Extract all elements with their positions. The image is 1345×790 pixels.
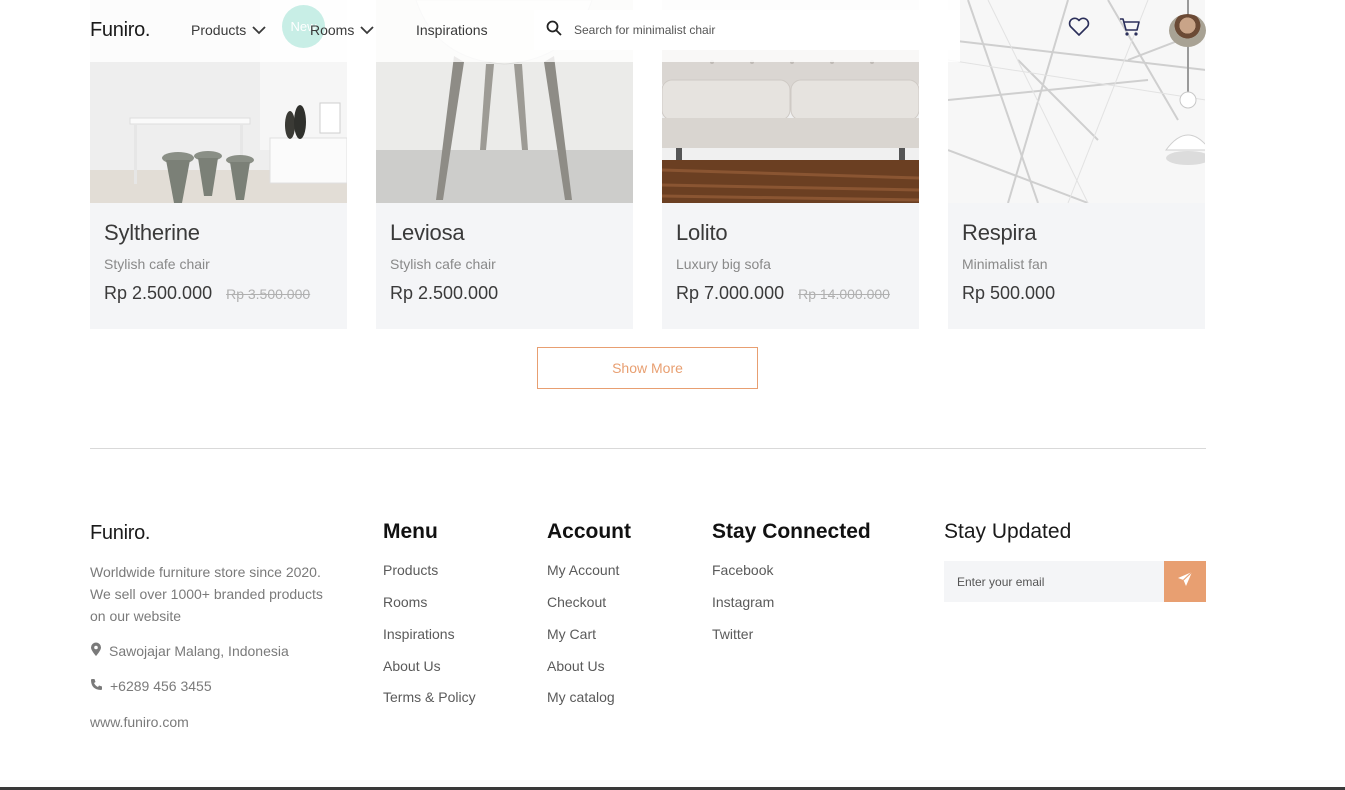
footer-link-rooms[interactable]: Rooms — [383, 594, 427, 610]
footer-connected-title: Stay Connected — [712, 520, 871, 543]
footer-link-my-catalog[interactable]: My catalog — [547, 689, 615, 705]
footer-link-inspirations[interactable]: Inspirations — [383, 626, 455, 642]
product-description: Minimalist fan — [962, 256, 1048, 272]
chevron-down-icon — [252, 22, 266, 38]
footer-link-facebook[interactable]: Facebook — [712, 562, 773, 578]
footer-updated-title: Stay Updated — [944, 520, 1072, 543]
brand-logo[interactable]: Funiro. — [90, 19, 150, 42]
product-description: Luxury big sofa — [676, 256, 771, 272]
footer-website[interactable]: www.funiro.com — [90, 714, 189, 730]
footer-link-my-cart[interactable]: My Cart — [547, 626, 596, 642]
product-description: Stylish cafe chair — [390, 256, 496, 272]
phone-icon — [90, 678, 103, 694]
newsletter-email-input[interactable] — [944, 561, 1164, 602]
product-price: Rp 2.500.000 — [104, 283, 213, 303]
footer-link-twitter[interactable]: Twitter — [712, 626, 753, 642]
product-price: Rp 2.500.000 — [390, 283, 499, 303]
cart-icon — [1119, 17, 1141, 42]
nav-products-label: Products — [191, 22, 247, 38]
search-bar[interactable] — [534, 10, 960, 50]
footer-phone-text: +6289 456 3455 — [110, 678, 212, 694]
chevron-down-icon — [360, 22, 374, 38]
product-name[interactable]: Lolito — [676, 220, 728, 246]
footer-address: Sawojajar Malang, Indonesia — [90, 642, 289, 660]
product-old-price: Rp 14.000.000 — [798, 286, 890, 302]
product-name[interactable]: Respira — [962, 220, 1037, 246]
nav-inspirations[interactable]: Inspirations — [416, 22, 488, 38]
product-name[interactable]: Leviosa — [390, 220, 465, 246]
nav-rooms-label: Rooms — [310, 22, 355, 38]
product-price: Rp 7.000.000 — [676, 283, 785, 303]
footer-website-text[interactable]: www.funiro.com — [90, 714, 189, 730]
product-price: Rp 500.000 — [962, 283, 1056, 303]
product-card-respira[interactable]: Respira Minimalist fan Rp 500.000 — [948, 0, 1205, 329]
footer-link-products[interactable]: Products — [383, 562, 438, 578]
footer-divider — [90, 448, 1206, 449]
product-name[interactable]: Syltherine — [104, 220, 200, 246]
newsletter-form — [944, 561, 1206, 602]
footer-link-checkout[interactable]: Checkout — [547, 594, 606, 610]
footer-link-instagram[interactable]: Instagram — [712, 594, 774, 610]
footer-phone: +6289 456 3455 — [90, 678, 212, 694]
footer-account-title: Account — [547, 520, 631, 543]
footer-about-text: Worldwide furniture store since 2020. We… — [90, 564, 323, 624]
top-navbar: Funiro. New Products Rooms Inspirations — [0, 0, 960, 62]
nav-products[interactable]: Products — [191, 22, 266, 38]
footer-logo[interactable]: Funiro. — [90, 522, 150, 545]
footer-link-account-about[interactable]: About Us — [547, 658, 605, 674]
footer-link-terms[interactable]: Terms & Policy — [383, 689, 476, 705]
cart-button[interactable] — [1118, 17, 1142, 41]
user-avatar[interactable] — [1169, 14, 1206, 47]
search-input[interactable] — [574, 23, 914, 37]
search-icon — [546, 20, 562, 41]
nav-inspirations-label: Inspirations — [416, 22, 488, 38]
location-pin-icon — [90, 642, 102, 660]
product-description: Stylish cafe chair — [104, 256, 210, 272]
footer-menu-title: Menu — [383, 520, 438, 543]
product-old-price: Rp 3.500.000 — [226, 286, 311, 302]
footer-address-text: Sawojajar Malang, Indonesia — [109, 643, 289, 659]
wishlist-button[interactable] — [1067, 17, 1091, 41]
newsletter-send-button[interactable] — [1164, 561, 1206, 602]
heart-icon — [1068, 17, 1090, 42]
footer-link-my-account[interactable]: My Account — [547, 562, 619, 578]
send-icon — [1177, 571, 1193, 592]
nav-rooms[interactable]: Rooms — [310, 22, 374, 38]
footer-link-about-us[interactable]: About Us — [383, 658, 441, 674]
show-more-button[interactable]: Show More — [537, 347, 758, 389]
